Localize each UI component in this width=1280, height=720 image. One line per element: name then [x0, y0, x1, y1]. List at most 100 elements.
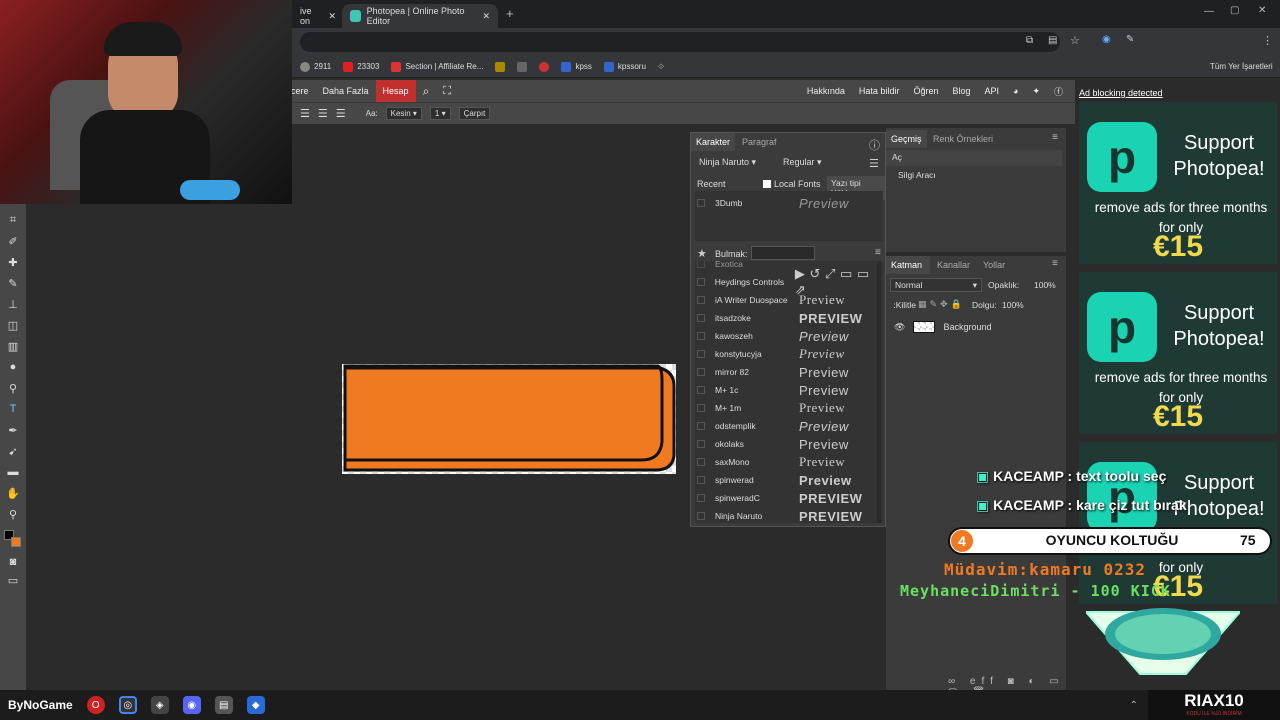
local-fonts-checkbox[interactable]: Local Fonts [763, 179, 821, 189]
menu-item-blog[interactable]: Blog [945, 80, 977, 102]
document-canvas[interactable] [342, 364, 676, 474]
tray-chevron-icon[interactable]: ⌃ [1130, 696, 1138, 714]
favorite-star-icon[interactable]: ★ [697, 247, 707, 260]
maximize-icon[interactable]: ▢ [1230, 5, 1239, 16]
new-tab-icon[interactable]: + [506, 6, 514, 21]
font-list-item[interactable]: M+ 1m Preview [697, 399, 881, 417]
minimize-icon[interactable]: — [1204, 6, 1214, 17]
browser-tab-active[interactable]: Photopea | Online Photo Editor ✕ [342, 4, 498, 28]
eraser-tool-icon[interactable]: ◫ [5, 317, 21, 333]
font-style-select[interactable]: Regular ▾ [783, 157, 822, 168]
menu-item-account[interactable]: Hesap [375, 80, 416, 102]
menu-item-about[interactable]: Hakkında [800, 80, 852, 102]
tab-layers[interactable]: Katman [886, 256, 930, 274]
antialias-select[interactable]: Kesin ▾ [385, 107, 422, 120]
facebook-icon[interactable]: ⓕ [1047, 80, 1075, 102]
reddit-icon[interactable]: ◕ [1006, 80, 1025, 102]
size-select[interactable]: 1 ▾ [429, 107, 451, 120]
ad-block-notice[interactable]: Ad blocking detected [1079, 88, 1163, 98]
panel-menu-icon[interactable]: ≡ [1052, 258, 1058, 269]
eyedropper-tool-icon[interactable]: ✐ [5, 233, 21, 249]
fill-value[interactable]: 100% [1002, 300, 1024, 310]
pen-tool-icon[interactable]: ✒ [5, 422, 21, 438]
chrome-icon[interactable]: ◎ [118, 696, 137, 714]
close-window-icon[interactable]: ✕ [1258, 5, 1266, 16]
gradient-tool-icon[interactable]: ▥ [5, 338, 21, 354]
crop-tool-icon[interactable]: ⌗ [5, 212, 21, 228]
tab-close-icon[interactable]: ✕ [328, 11, 336, 22]
tab-paths[interactable]: Yollar [978, 256, 1010, 274]
font-list-item[interactable]: mirror 82 Preview [697, 363, 881, 381]
font-list-item[interactable]: spinweradC PREVIEW [697, 489, 881, 507]
layer-row[interactable]: 👁 Background [886, 316, 1062, 338]
history-item[interactable]: Silgi Aracı [886, 168, 1062, 182]
brush-tool-icon[interactable]: ✎ [5, 275, 21, 291]
type-tool-icon[interactable]: T [5, 401, 21, 417]
page-icon[interactable]: ▤ [1048, 35, 1057, 46]
tab-channels[interactable]: Kanallar [932, 256, 975, 274]
opacity-value[interactable]: 100% [1034, 280, 1056, 290]
browser-tab[interactable]: ive on ✕ [292, 4, 344, 28]
dodge-tool-icon[interactable]: ⚲ [5, 380, 21, 396]
stamp-tool-icon[interactable]: ⊥ [5, 296, 21, 312]
ad-card[interactable]: p Support Photopea! remove ads for three… [1079, 272, 1277, 434]
font-family-select[interactable]: Ninja Naruto ▾ [699, 157, 756, 168]
font-list-item[interactable]: saxMono Preview [697, 453, 881, 471]
panel-menu-icon[interactable]: ≡ [1052, 132, 1058, 143]
menu-item-more[interactable]: Daha Fazla [316, 80, 376, 102]
font-list-item[interactable]: konstytucyja Preview [697, 345, 881, 363]
twitter-icon[interactable]: ✦ [1025, 80, 1047, 102]
bookmark-item[interactable]: Section | Affiliate Re... [391, 61, 483, 72]
app-icon[interactable]: ◆ [246, 696, 265, 714]
font-list-item[interactable]: 3Dumb Preview [697, 194, 881, 212]
info-icon[interactable]: ⓘ [869, 137, 880, 153]
zoom-tool-icon[interactable]: ⚲ [5, 506, 21, 522]
align-left-icon[interactable]: ☰ [300, 107, 310, 120]
align-center-icon[interactable]: ☰ [318, 107, 328, 120]
list-menu-icon[interactable]: ≡ [875, 247, 881, 258]
bookmark-item[interactable]: 23303 [343, 61, 379, 72]
extension-icon[interactable]: ◉ [1102, 34, 1111, 45]
align-right-icon[interactable]: ☰ [336, 107, 346, 120]
warp-button[interactable]: Çarpıt [458, 107, 491, 120]
path-select-tool-icon[interactable]: ➹ [5, 443, 21, 459]
shape-tool-icon[interactable]: ▬ [5, 464, 21, 480]
tab-character[interactable]: Karakter [691, 133, 736, 151]
font-search-input[interactable] [751, 246, 815, 260]
app-icon[interactable]: ▤ [214, 696, 233, 714]
tab-close-icon[interactable]: ✕ [482, 11, 490, 22]
font-list-item[interactable]: odstemplik Preview [697, 417, 881, 435]
font-list-item[interactable]: itsadzoke PREVIEW [697, 309, 881, 327]
menu-item-report-bug[interactable]: Hata bildir [852, 80, 907, 102]
bookmark-item[interactable] [495, 61, 506, 72]
bookmark-item[interactable]: 2911 [300, 61, 331, 72]
browser-menu-icon[interactable]: ⋮ [1262, 34, 1273, 47]
bookmark-item[interactable]: kpss [561, 61, 592, 72]
font-list-item[interactable]: M+ 1c Preview [697, 381, 881, 399]
pen-icon[interactable]: ✎ [1126, 34, 1134, 45]
menu-item-learn[interactable]: Öğren [906, 80, 945, 102]
font-list-item[interactable]: Heydings Controls ▶ ↺ ⤢ ▭ ▭ ⇗ [697, 266, 881, 297]
discord-icon[interactable]: ◉ [182, 696, 201, 714]
eye-icon[interactable]: 👁 [894, 322, 905, 333]
font-list-item[interactable]: spinwerad Preview [697, 471, 881, 489]
opera-icon[interactable]: O [86, 696, 105, 714]
ad-card[interactable]: p Support Photopea! remove ads for three… [1079, 442, 1277, 604]
hand-tool-icon[interactable]: ✋ [5, 485, 21, 501]
font-list-item[interactable]: Ninja Naruto PREVIEW [697, 507, 881, 525]
ad-card[interactable]: p Support Photopea! remove ads for three… [1079, 102, 1277, 264]
cast-icon[interactable]: ⧉ [1026, 35, 1033, 46]
search-icon[interactable]: ⌕ [416, 80, 437, 102]
menu-item-api[interactable]: API [977, 80, 1006, 102]
bookmark-item[interactable]: kpssoru [603, 61, 646, 72]
lock-icons[interactable]: ▦✎✥🔒 [918, 299, 965, 310]
blur-tool-icon[interactable]: ● [5, 359, 21, 375]
bookmark-item[interactable] [539, 61, 550, 72]
history-item[interactable]: Aç [886, 150, 1062, 166]
font-list-item[interactable]: iA Writer Duospace Preview [697, 291, 881, 309]
fullscreen-icon[interactable]: ⛶ [436, 80, 458, 102]
font-list-item[interactable]: okolaks Preview [697, 435, 881, 453]
font-list-item[interactable]: kawoszeh Preview [697, 327, 881, 345]
tab-history[interactable]: Geçmiş [886, 130, 927, 148]
background-color-swatch[interactable] [11, 537, 21, 547]
